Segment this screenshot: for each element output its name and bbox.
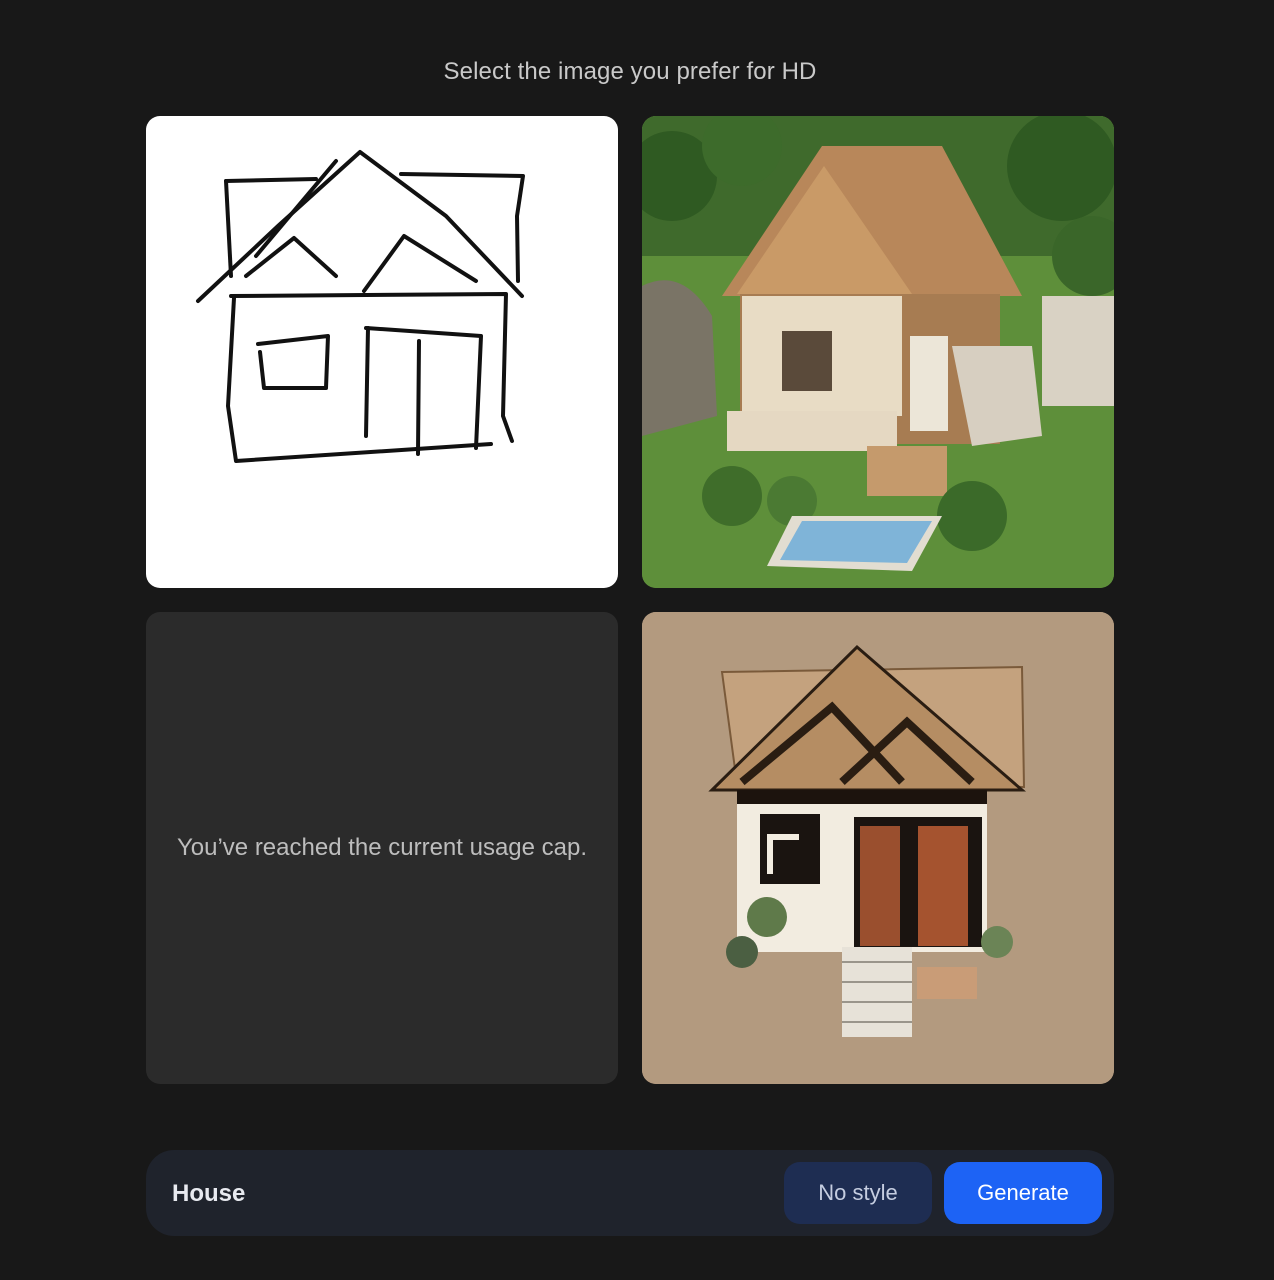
prompt-bar: No style Generate [146, 1150, 1114, 1238]
prompt-input[interactable] [170, 1150, 774, 1238]
style-select-button[interactable]: No style [784, 1162, 932, 1224]
usage-cap-message: You’ve reached the current usage cap. [176, 834, 588, 861]
stylized-house-illustration [642, 612, 1114, 1084]
page-title: Select the image you prefer for HD [443, 58, 817, 85]
generate-button[interactable]: Generate [944, 1162, 1102, 1224]
usage-cap-placeholder: You’ve reached the current usage cap. [146, 612, 618, 1084]
image-grid: You’ve reached the current usage cap. [146, 116, 1114, 1084]
sketch-canvas[interactable] [146, 116, 618, 588]
app-page: Select the image you prefer for HD You’v… [0, 0, 1274, 1280]
result-image-stylized-house[interactable] [642, 612, 1114, 1084]
result-image-realistic-house[interactable] [642, 116, 1114, 588]
realistic-house-illustration [642, 116, 1114, 588]
house-sketch-drawing [196, 150, 525, 463]
